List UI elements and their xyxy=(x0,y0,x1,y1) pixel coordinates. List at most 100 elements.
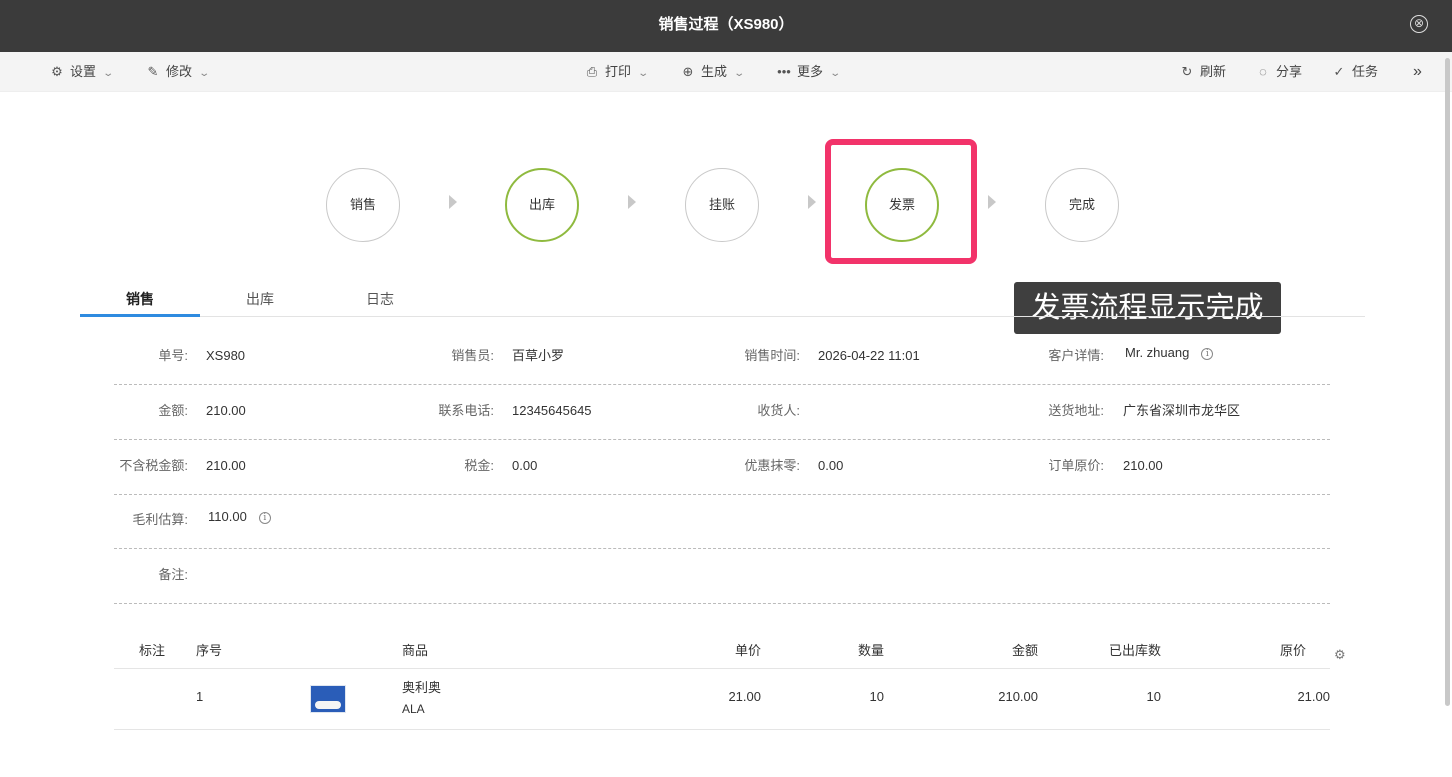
settings-label: 设置 xyxy=(70,64,97,79)
annotation-highlight-box xyxy=(825,139,977,264)
info-icon[interactable]: i xyxy=(1201,348,1214,360)
step-arrow-icon xyxy=(628,195,636,209)
more-menu[interactable]: ••• 更多 ⌄ xyxy=(777,52,842,92)
tab-log[interactable]: 日志 xyxy=(320,280,440,316)
order-no-label: 单号: xyxy=(158,348,188,363)
receiver-label: 收货人: xyxy=(757,403,800,418)
table-header: 标注 序号 商品 单价 数量 金额 已出库数 原价 ⚙ xyxy=(114,636,1346,669)
detail-row: 金额: 210.00 联系电话: 12345645645 收货人: 送货地址: … xyxy=(114,385,1330,440)
share-button[interactable]: ◌ 分享 xyxy=(1256,52,1302,92)
detail-row: 备注: xyxy=(114,549,1330,604)
tab-outbound[interactable]: 出库 xyxy=(200,280,320,316)
generate-label: 生成 xyxy=(701,64,728,79)
print-menu[interactable]: ⎙ 打印 ⌄ xyxy=(585,52,650,92)
col-mark: 标注 xyxy=(139,643,166,658)
tax-label: 税金: xyxy=(464,458,494,473)
detail-row: 单号: XS980 销售员: 百草小罗 销售时间: 2026-04-22 11:… xyxy=(114,330,1330,385)
sale-time-label: 销售时间: xyxy=(744,348,800,363)
refresh-icon: ↻ xyxy=(1181,64,1193,79)
profit-amount: 110.00 xyxy=(208,509,247,524)
task-button[interactable]: ✓ 任务 xyxy=(1332,52,1378,92)
row-product-brand: ALA xyxy=(402,702,425,716)
printer-icon: ⎙ xyxy=(586,64,598,79)
step-arrow-icon xyxy=(808,195,816,209)
step-arrow-icon xyxy=(988,195,996,209)
profit-label: 毛利估算: xyxy=(132,512,188,527)
check-circle-icon: ✓ xyxy=(1333,64,1345,79)
original-price-value: 210.00 xyxy=(1123,458,1163,473)
detail-row: 毛利估算: 110.00 i xyxy=(114,494,1330,549)
discount-label: 优惠抹零: xyxy=(744,458,800,473)
step-credit[interactable]: 挂账 xyxy=(685,168,759,242)
plus-circle-icon: ⊕ xyxy=(682,64,694,79)
chevron-down-icon: ⌄ xyxy=(102,68,115,79)
remark-label: 备注: xyxy=(158,567,188,582)
phone-label: 联系电话: xyxy=(438,403,494,418)
discount-value: 0.00 xyxy=(818,458,844,473)
edit-menu[interactable]: ✎ 修改 ⌄ xyxy=(146,52,211,92)
amount-label: 金额: xyxy=(158,403,188,418)
chevron-down-icon: ⌄ xyxy=(637,68,650,79)
tax-value: 0.00 xyxy=(512,458,538,473)
pretax-value: 210.00 xyxy=(206,458,246,473)
more-dots-icon: ••• xyxy=(777,64,791,79)
chevron-down-icon: ⌄ xyxy=(198,68,211,79)
row-original: 21.00 xyxy=(1297,689,1330,704)
detail-row: 不含税金额: 210.00 税金: 0.00 优惠抹零: 0.00 订单原价: … xyxy=(114,440,1330,495)
chevron-down-icon: ⌄ xyxy=(733,68,746,79)
pretax-label: 不含税金额: xyxy=(119,458,188,473)
col-shipped: 已出库数 xyxy=(1108,643,1161,658)
print-label: 打印 xyxy=(605,64,632,79)
table-row[interactable]: 1 奥利奥 ALA 21.00 10 210.00 10 21.00 xyxy=(114,669,1330,730)
row-amount: 210.00 xyxy=(998,689,1038,704)
row-seq: 1 xyxy=(196,689,204,704)
col-amount: 金额 xyxy=(1011,643,1038,658)
address-label: 送货地址: xyxy=(1048,403,1104,418)
col-seq: 序号 xyxy=(196,643,223,658)
col-original: 原价 xyxy=(1279,643,1306,658)
info-icon[interactable]: i xyxy=(258,512,271,524)
window-titlebar: 销售过程（XS980） ⊗ xyxy=(0,0,1452,52)
row-shipped: 10 xyxy=(1146,689,1161,704)
customer-value[interactable]: Mr. zhuang i xyxy=(1125,327,1214,382)
close-icon[interactable]: ⊗ xyxy=(1410,15,1428,33)
col-qty: 数量 xyxy=(857,643,884,658)
step-arrow-icon xyxy=(449,195,457,209)
expand-icon[interactable]: » xyxy=(1413,52,1422,92)
profit-value: 110.00 i xyxy=(208,491,271,546)
row-unit-price: 21.00 xyxy=(728,689,761,704)
step-complete[interactable]: 完成 xyxy=(1045,168,1119,242)
amount-value: 210.00 xyxy=(206,403,246,418)
generate-menu[interactable]: ⊕ 生成 ⌄ xyxy=(681,52,746,92)
tab-sale[interactable]: 销售 xyxy=(80,280,200,317)
customer-label: 客户详情: xyxy=(1048,348,1104,363)
chat-bubble-icon: ◌ xyxy=(1259,64,1267,79)
product-thumbnail xyxy=(310,685,346,713)
phone-value: 12345645645 xyxy=(512,403,592,418)
sale-time-value: 2026-04-22 11:01 xyxy=(818,348,920,363)
edit-icon: ✎ xyxy=(147,64,159,79)
original-price-label: 订单原价: xyxy=(1048,458,1104,473)
customer-name: Mr. zhuang xyxy=(1125,345,1190,360)
chevron-down-icon: ⌄ xyxy=(829,68,842,79)
more-label: 更多 xyxy=(797,64,824,79)
toolbar: ⚙ 设置 ⌄ ✎ 修改 ⌄ ⎙ 打印 ⌄ ⊕ 生成 ⌄ ••• 更多 ⌄ ↻ 刷新 ◌ 分享 ✓ 任务 » xyxy=(0,52,1452,92)
salesperson-value: 百草小罗 xyxy=(512,348,565,363)
salesperson-label: 销售员: xyxy=(451,348,494,363)
step-outbound[interactable]: 出库 xyxy=(505,168,579,242)
window-title: 销售过程（XS980） xyxy=(658,16,794,33)
edit-label: 修改 xyxy=(166,64,193,79)
scrollbar[interactable] xyxy=(1445,58,1450,706)
refresh-button[interactable]: ↻ 刷新 xyxy=(1180,52,1226,92)
address-value: 广东省深圳市龙华区 xyxy=(1123,403,1241,418)
col-unit-price: 单价 xyxy=(734,643,761,658)
share-label: 分享 xyxy=(1276,64,1303,79)
task-label: 任务 xyxy=(1352,64,1379,79)
order-no-value: XS980 xyxy=(206,348,246,363)
row-qty: 10 xyxy=(869,689,884,704)
column-settings-gear-icon[interactable]: ⚙ xyxy=(1334,647,1346,663)
detail-tabs: 销售 出库 日志 xyxy=(80,280,1365,317)
settings-menu[interactable]: ⚙ 设置 ⌄ xyxy=(50,52,115,92)
gear-icon: ⚙ xyxy=(51,64,63,79)
step-sale[interactable]: 销售 xyxy=(326,168,400,242)
